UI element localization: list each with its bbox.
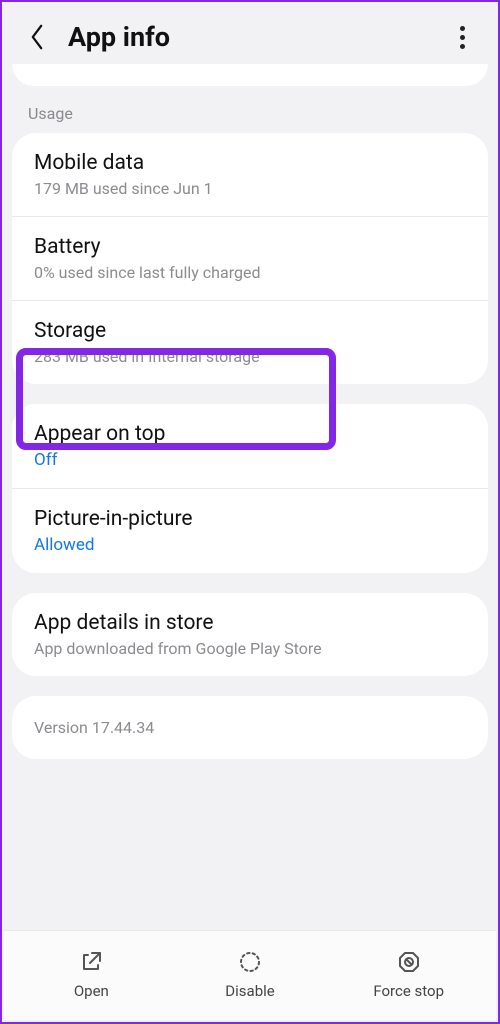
row-title: Storage <box>34 319 466 343</box>
bottom-action-bar: Open Disable Force stop <box>4 930 496 1020</box>
row-title: Mobile data <box>34 151 466 175</box>
section-label-usage: Usage <box>28 104 488 123</box>
open-icon <box>77 948 105 976</box>
row-picture-in-picture[interactable]: Picture-in-picture Allowed <box>12 488 488 573</box>
row-title: App details in store <box>34 611 466 635</box>
disable-button[interactable]: Disable <box>171 948 330 1000</box>
row-storage[interactable]: Storage 283 MB used in Internal storage <box>12 300 488 384</box>
row-subtext: 0% used since last fully charged <box>34 263 466 282</box>
row-mobile-data[interactable]: Mobile data 179 MB used since Jun 1 <box>12 133 488 216</box>
row-app-details-in-store[interactable]: App details in store App downloaded from… <box>12 593 488 676</box>
back-icon[interactable] <box>20 20 54 54</box>
row-title: Picture-in-picture <box>34 507 466 531</box>
content-scroll: Usage Mobile data 179 MB used since Jun … <box>2 64 498 924</box>
open-label: Open <box>74 982 109 1000</box>
row-title: Appear on top <box>34 422 466 446</box>
force-stop-label: Force stop <box>373 982 444 1000</box>
disable-icon <box>236 948 264 976</box>
row-battery[interactable]: Battery 0% used since last fully charged <box>12 216 488 300</box>
disable-label: Disable <box>225 982 274 1000</box>
overflow-menu-icon[interactable] <box>448 21 476 53</box>
store-card: App details in store App downloaded from… <box>12 593 488 676</box>
overlay-card: Appear on top Off Picture-in-picture All… <box>12 404 488 573</box>
row-appear-on-top[interactable]: Appear on top Off <box>12 404 488 488</box>
version-card: Version 17.44.34 <box>12 696 488 759</box>
row-subtext: 179 MB used since Jun 1 <box>34 179 466 198</box>
version-text: Version 17.44.34 <box>12 696 488 759</box>
row-title: Battery <box>34 235 466 259</box>
row-subtext: 283 MB used in Internal storage <box>34 347 466 366</box>
page-title: App info <box>68 21 448 53</box>
row-value: Off <box>34 450 466 470</box>
row-subtext: App downloaded from Google Play Store <box>34 639 466 658</box>
force-stop-icon <box>395 948 423 976</box>
open-button[interactable]: Open <box>12 948 171 1000</box>
header-bar: App info <box>2 2 498 64</box>
card-fragment-above <box>12 64 488 86</box>
force-stop-button[interactable]: Force stop <box>329 948 488 1000</box>
usage-card: Mobile data 179 MB used since Jun 1 Batt… <box>12 133 488 384</box>
row-value: Allowed <box>34 535 466 555</box>
